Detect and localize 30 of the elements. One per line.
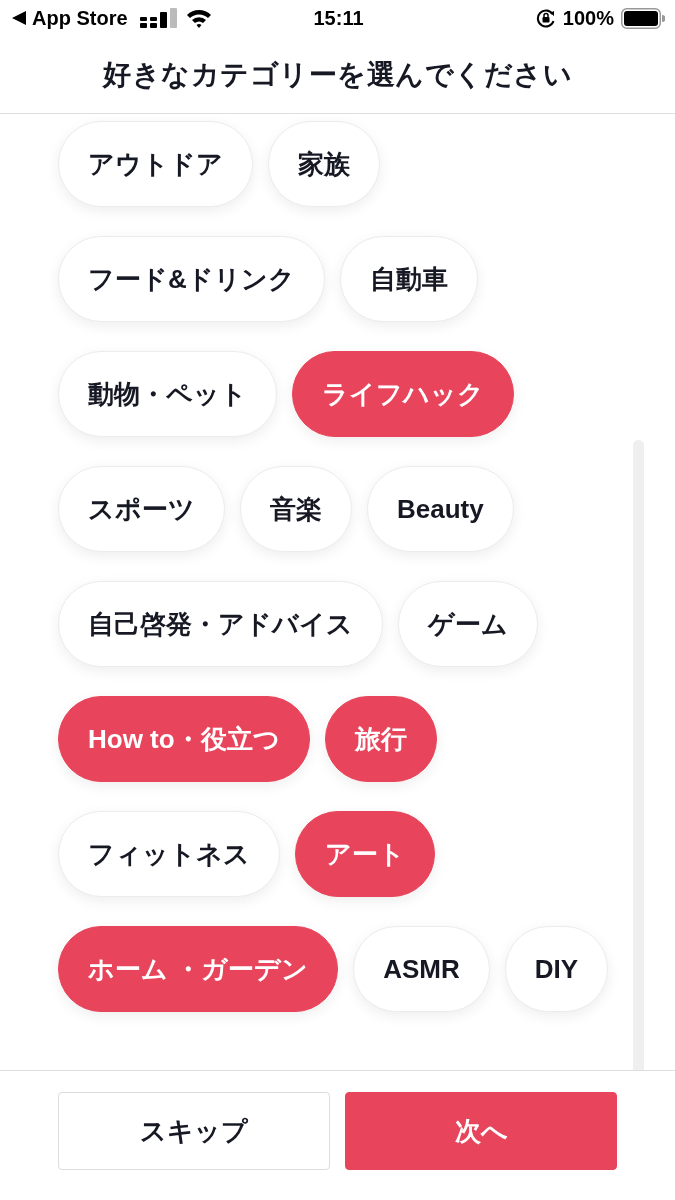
category-chip[interactable]: 家族 [268,121,380,207]
category-chip[interactable]: ホーム ・ガーデン [58,926,339,1012]
status-time: 15:11 [313,6,364,30]
category-chip[interactable]: 音楽 [240,466,352,552]
category-chip[interactable]: 自己啓発・アドバイス [58,581,383,667]
back-link[interactable]: App Store [32,6,128,30]
category-chip[interactable]: 動物・ペット [58,351,277,437]
page-title: 好きなカテゴリーを選んでください [103,57,572,92]
category-chip[interactable]: アウトドア [58,121,253,207]
back-arrow-icon[interactable] [12,11,26,25]
category-chip[interactable]: Beauty [367,466,514,552]
wifi-icon [185,8,212,28]
orientation-lock-icon [535,8,556,28]
category-chip[interactable]: アート [295,811,435,897]
signal-icon [139,8,180,28]
category-chip[interactable]: ゲーム [398,581,538,667]
category-chip[interactable]: DIY [504,926,609,1012]
category-chip[interactable]: スポーツ [58,466,225,552]
category-chip[interactable]: ASMR [353,926,490,1012]
skip-button[interactable]: スキップ [58,1092,330,1170]
battery-percentage: 100% [562,6,614,30]
battery-icon [621,7,665,29]
next-button[interactable]: 次へ [345,1092,617,1170]
scrollbar[interactable] [633,440,644,1070]
category-chip[interactable]: 旅行 [324,696,437,782]
category-chip[interactable]: ライフハック [292,351,514,437]
category-chip[interactable]: フード&ドリンク [58,236,325,322]
category-chip[interactable]: How to・役立つ [58,696,310,782]
category-chip[interactable]: 自動車 [339,236,478,322]
category-chip[interactable]: フィットネス [58,811,280,897]
